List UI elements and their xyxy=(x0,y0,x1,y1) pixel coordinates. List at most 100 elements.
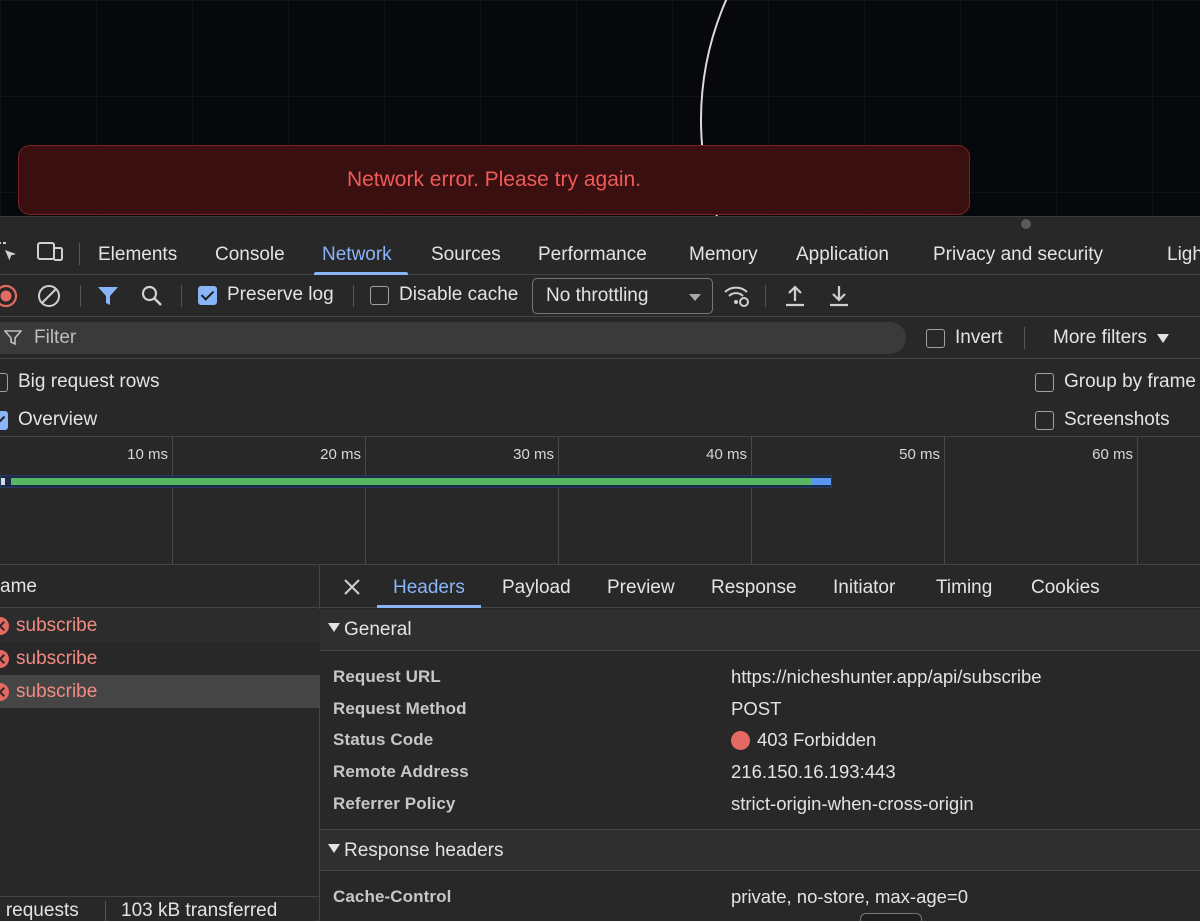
error-message: Network error. Please try again. xyxy=(346,168,642,191)
tab-preview[interactable]: Preview xyxy=(607,565,675,608)
divider xyxy=(181,285,182,307)
big-request-rows-checkbox[interactable]: Big request rows xyxy=(0,371,160,393)
disable-cache-check[interactable] xyxy=(370,285,389,305)
filter-funnel-icon[interactable] xyxy=(96,285,120,307)
request-name: subscribe xyxy=(16,680,98,702)
search-icon[interactable] xyxy=(140,284,164,308)
network-conditions-icon[interactable] xyxy=(722,283,752,309)
request-row-selected[interactable]: subscribe xyxy=(0,675,320,708)
header-value[interactable]: https://nicheshunter.app/api/subscribe xyxy=(731,666,1042,688)
tab-lighthouse[interactable]: Ligh xyxy=(1167,217,1200,275)
export-har-icon[interactable] xyxy=(827,283,851,309)
header-row-cache-control: Cache-Control private, no-store, max-age… xyxy=(320,881,1200,913)
tab-payload[interactable]: Payload xyxy=(502,565,571,608)
disable-cache-label: Disable cache xyxy=(399,284,519,305)
inspect-element-icon[interactable] xyxy=(0,241,18,263)
invert-check[interactable] xyxy=(926,328,945,348)
filter-icon xyxy=(4,329,22,347)
network-error-banner: Network error. Please try again. xyxy=(18,145,970,215)
tab-cookies[interactable]: Cookies xyxy=(1031,565,1100,608)
clear-icon[interactable] xyxy=(37,284,61,308)
overview-check[interactable] xyxy=(0,410,8,430)
group-by-frame-label: Group by frame xyxy=(1064,371,1196,392)
devtools-panel: Elements Console Network Sources Perform… xyxy=(0,216,1200,921)
header-row-referrer-policy: Referrer Policy strict-origin-when-cross… xyxy=(320,788,1200,820)
invert-checkbox[interactable]: Invert xyxy=(926,327,1003,349)
chevron-down-icon xyxy=(689,294,701,301)
hover-tooltip-edge xyxy=(860,913,922,921)
device-toolbar-icon[interactable] xyxy=(36,241,64,263)
grid-line xyxy=(1137,437,1138,565)
big-request-rows-check[interactable] xyxy=(0,372,8,392)
close-icon[interactable] xyxy=(343,578,361,596)
status-code-value[interactable]: 403 Forbidden xyxy=(731,729,876,751)
record-stop-icon[interactable] xyxy=(0,284,18,308)
header-value[interactable]: 216.150.16.193:443 xyxy=(731,761,896,783)
preserve-log-check[interactable] xyxy=(198,285,217,305)
screenshots-checkbox[interactable]: Screenshots xyxy=(1035,409,1170,431)
header-value[interactable]: strict-origin-when-cross-origin xyxy=(731,793,974,815)
header-name: Cache-Control xyxy=(333,887,452,906)
network-summary-bar: 3 requests 103 kB transferred xyxy=(0,896,320,921)
general-section-header[interactable]: General xyxy=(320,609,1200,651)
disable-cache-checkbox[interactable]: Disable cache xyxy=(370,284,518,306)
tab-headers[interactable]: Headers xyxy=(377,565,481,608)
expand-triangle-icon xyxy=(328,844,340,854)
tab-initiator[interactable]: Initiator xyxy=(833,565,895,608)
devtools-tab-bar: Elements Console Network Sources Perform… xyxy=(0,217,1200,275)
divider xyxy=(79,243,80,265)
header-name: Request Method xyxy=(333,699,467,718)
transferred-size: 103 kB transferred xyxy=(121,900,278,921)
timing-download-segment xyxy=(811,478,831,485)
request-detail-pane: Headers Payload Preview Response Initiat… xyxy=(320,565,1200,921)
filter-placeholder: Filter xyxy=(34,327,77,348)
more-filters-dropdown[interactable]: More filters xyxy=(1053,327,1169,349)
tab-response[interactable]: Response xyxy=(711,565,797,608)
preserve-log-checkbox[interactable]: Preserve log xyxy=(198,284,334,306)
network-overview-timeline[interactable]: 10 ms 20 ms 30 ms 40 ms 50 ms 60 ms xyxy=(0,437,1200,565)
divider xyxy=(765,285,766,307)
devtools-resize-handle[interactable] xyxy=(1021,219,1031,229)
filter-input[interactable]: Filter xyxy=(0,322,906,354)
tab-memory[interactable]: Memory xyxy=(689,217,758,275)
tab-console[interactable]: Console xyxy=(215,217,285,275)
tab-application[interactable]: Application xyxy=(796,217,889,275)
network-settings-bar: Big request rows Overview Group by frame… xyxy=(0,359,1200,437)
header-row-status-code: Status Code 403 Forbidden xyxy=(320,724,1200,756)
grid-line xyxy=(558,437,559,565)
tab-network[interactable]: Network xyxy=(314,217,408,275)
request-row[interactable]: subscribe xyxy=(0,609,320,642)
throttling-select[interactable]: No throttling xyxy=(532,278,713,314)
header-value: 403 Forbidden xyxy=(757,729,877,750)
group-by-frame-checkbox[interactable]: Group by frame xyxy=(1035,371,1196,393)
screenshots-label: Screenshots xyxy=(1064,409,1170,430)
tab-privacy-and-security[interactable]: Privacy and security xyxy=(933,217,1103,275)
header-name: Referrer Policy xyxy=(333,794,456,813)
error-icon xyxy=(0,649,9,668)
group-by-frame-check[interactable] xyxy=(1035,372,1054,392)
header-value[interactable]: private, no-store, max-age=0 xyxy=(731,886,968,908)
network-toolbar: Preserve log Disable cache No throttling xyxy=(0,275,1200,317)
overview-checkbox[interactable]: Overview xyxy=(0,409,97,431)
tab-elements[interactable]: Elements xyxy=(98,217,177,275)
screenshots-check[interactable] xyxy=(1035,410,1054,430)
tab-timing[interactable]: Timing xyxy=(936,565,992,608)
import-har-icon[interactable] xyxy=(783,283,807,309)
tab-performance[interactable]: Performance xyxy=(538,217,647,275)
response-headers-section-header[interactable]: Response headers xyxy=(320,829,1200,871)
tab-sources[interactable]: Sources xyxy=(431,217,501,275)
request-count: 3 requests xyxy=(0,900,79,921)
request-name: subscribe xyxy=(16,614,98,636)
request-row[interactable]: subscribe xyxy=(0,642,320,675)
divider xyxy=(105,901,106,921)
header-value[interactable]: POST xyxy=(731,698,781,720)
header-name: Status Code xyxy=(333,730,434,749)
timing-start-segment xyxy=(1,478,5,485)
general-section-title: General xyxy=(344,619,412,640)
tick-label: 60 ms xyxy=(1092,446,1133,463)
error-icon xyxy=(0,616,9,635)
requests-list: ame subscribe subscribe subscribe 3 requ… xyxy=(0,565,320,921)
name-column-label: ame xyxy=(0,576,37,597)
invert-label: Invert xyxy=(955,327,1003,348)
name-column-header[interactable]: ame xyxy=(0,565,320,608)
